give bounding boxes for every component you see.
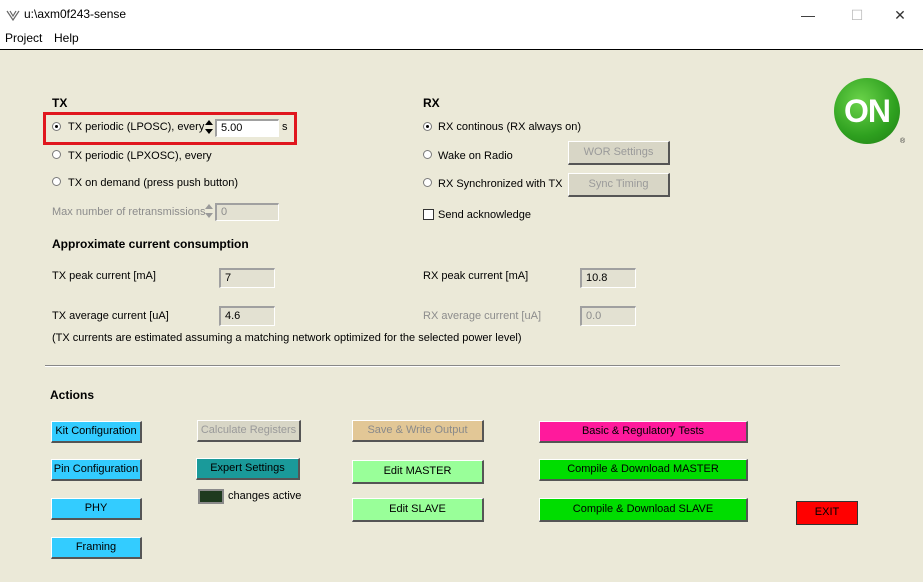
tx-periodic-lposc-label: TX periodic (LPOSC), every [68,121,205,133]
close-button[interactable]: ✕ [877,0,923,30]
rx-wake-on-radio-radio[interactable] [423,150,432,159]
changes-active-indicator [198,489,224,504]
max-retransmissions-label: Max number of retransmissions [52,206,206,218]
basic-regulatory-tests-button[interactable]: Basic & Regulatory Tests [539,421,748,443]
tx-average-current-label: TX average current [uA] [52,310,169,322]
current-estimate-note: (TX currents are estimated assuming a ma… [52,332,522,344]
tx-average-current-value: 4.6 [219,306,275,326]
tx-on-demand-radio[interactable] [52,177,61,186]
edit-master-button[interactable]: Edit MASTER [352,460,484,484]
kit-configuration-button[interactable]: Kit Configuration [51,421,142,443]
section-divider [45,365,840,367]
max-retransmissions-input[interactable]: 0 [215,203,279,221]
rx-peak-current-value: 10.8 [580,268,636,288]
minimize-button[interactable]: — [785,0,831,30]
menu-help[interactable]: Help [54,30,79,50]
tx-peak-current-label: TX peak current [mA] [52,270,156,282]
actions-heading: Actions [50,388,95,402]
window-title: u:\axm0f243-sense [24,7,127,21]
rx-average-current-label: RX average current [uA] [423,310,542,322]
current-consumption-heading: Approximate current consumption [52,237,249,251]
expert-settings-button[interactable]: Expert Settings [196,458,300,480]
tx-interval-input[interactable]: 5.00 [215,119,279,137]
rx-continuous-radio[interactable] [423,122,432,131]
pin-configuration-button[interactable]: Pin Configuration [51,459,142,481]
send-acknowledge-label: Send acknowledge [438,209,531,221]
rx-heading: RX [423,96,440,110]
phy-button[interactable]: PHY [51,498,142,520]
rx-synchronized-label: RX Synchronized with TX [438,178,563,190]
tx-heading: TX [52,96,68,110]
rx-peak-current-label: RX peak current [mA] [423,270,529,282]
tx-on-demand-label: TX on demand (press push button) [68,177,238,189]
title-bar: u:\axm0f243-sense — ☐ ✕ [0,0,923,30]
compile-download-slave-button[interactable]: Compile & Download SLAVE [539,498,748,522]
max-retransmissions-spinner[interactable] [205,202,214,222]
tx-periodic-lpxosc-label: TX periodic (LPXOSC), every [68,150,212,162]
send-acknowledge-checkbox[interactable] [423,209,434,220]
tx-interval-spinner[interactable] [205,118,214,138]
tx-periodic-lpxosc-radio[interactable] [52,150,61,159]
maximize-button[interactable]: ☐ [834,0,880,30]
on-semiconductor-logo: ON [834,78,900,144]
calculate-registers-button[interactable]: Calculate Registers [197,420,301,442]
compile-download-master-button[interactable]: Compile & Download MASTER [539,459,748,481]
rx-average-current-value: 0.0 [580,306,636,326]
rx-wake-on-radio-label: Wake on Radio [438,150,513,162]
edit-slave-button[interactable]: Edit SLAVE [352,498,484,522]
changes-active-label: changes active [228,490,302,502]
framing-button[interactable]: Framing [51,537,142,559]
save-write-output-button[interactable]: Save & Write Output [352,420,484,442]
app-icon [6,10,20,21]
tx-interval-unit: s [282,121,288,133]
exit-button[interactable]: EXIT [796,501,858,525]
menu-bar: Project Help [0,30,923,50]
rx-continuous-label: RX continous (RX always on) [438,121,582,133]
rx-synchronized-radio[interactable] [423,178,432,187]
tx-peak-current-value: 7 [219,268,275,288]
wor-settings-button[interactable]: WOR Settings [568,141,670,165]
tx-periodic-lposc-radio[interactable] [52,122,61,131]
menu-project[interactable]: Project [5,30,42,50]
sync-timing-button[interactable]: Sync Timing [568,173,670,197]
registered-mark: ® [900,138,906,145]
